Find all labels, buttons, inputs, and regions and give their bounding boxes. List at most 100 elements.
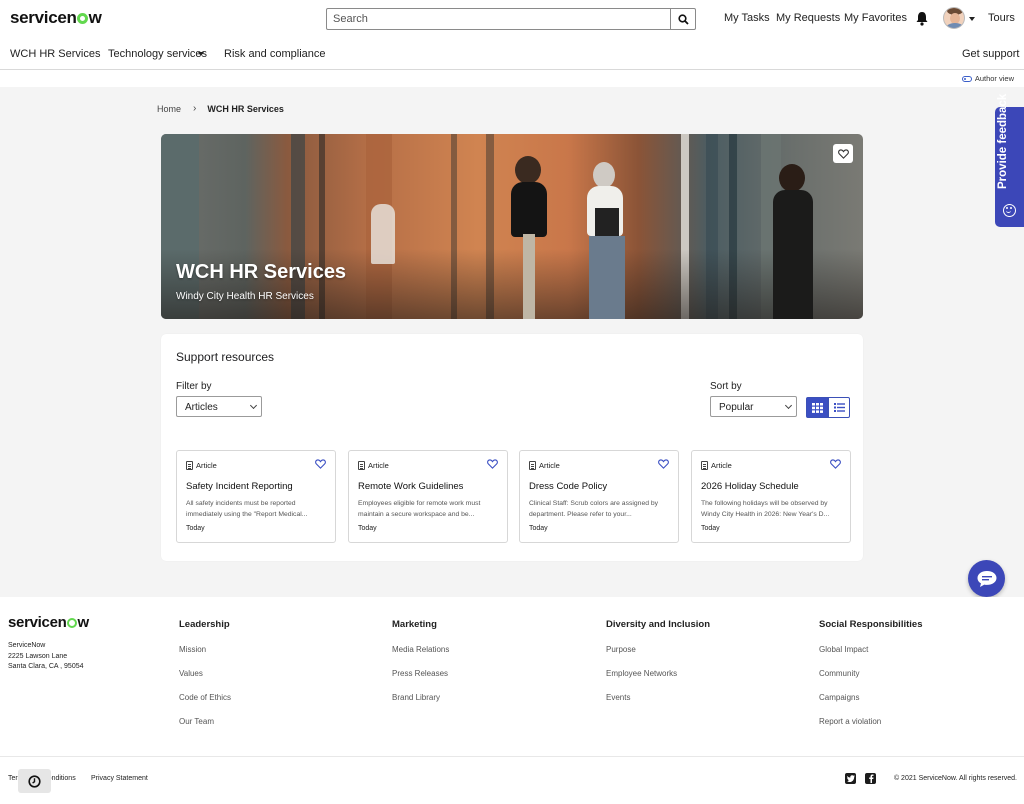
footer-link[interactable]: Purpose (606, 645, 710, 669)
tours-link[interactable]: Tours (988, 12, 1015, 24)
avatar[interactable] (943, 7, 965, 29)
breadcrumb-home[interactable]: Home (157, 104, 181, 114)
chevron-down-icon (784, 401, 793, 410)
footer-link[interactable]: Mission (179, 645, 231, 669)
my-tasks-link[interactable]: My Tasks (724, 12, 770, 24)
search-input[interactable] (327, 9, 671, 29)
privacy-link[interactable]: Privacy Statement (91, 775, 148, 782)
company-address: ServiceNow 2225 Lawson Lane Santa Clara,… (8, 641, 84, 673)
heart-icon[interactable] (315, 459, 326, 469)
footer: servicen w ServiceNow 2225 Lawson Lane Sa… (0, 597, 1024, 804)
hero-title: WCH HR Services (176, 261, 347, 283)
chevron-down-icon[interactable] (198, 52, 204, 56)
nav-item-technology-services[interactable]: Technology services (108, 48, 207, 60)
footer-column-social: Social Responsibilities Global Impact Co… (819, 619, 922, 741)
filter-select[interactable]: Articles (176, 396, 262, 417)
article-card[interactable]: Article Safety Incident Reporting All sa… (176, 450, 336, 543)
support-resources-title: Support resources (176, 350, 275, 364)
article-date: Today (186, 525, 205, 532)
footer-link[interactable]: Code of Ethics (179, 693, 231, 717)
footer-link[interactable]: Values (179, 669, 231, 693)
document-icon (529, 461, 536, 470)
article-type: Article (186, 461, 217, 470)
nav-item-risk-and-compliance[interactable]: Risk and compliance (224, 48, 326, 60)
my-favorites-link[interactable]: My Favorites (844, 12, 907, 24)
article-description: All safety incidents must be reported im… (186, 500, 308, 518)
footer-link[interactable]: Media Relations (392, 645, 449, 669)
article-title[interactable]: Safety Incident Reporting (186, 481, 293, 492)
footer-logo[interactable]: servicen w (8, 614, 89, 631)
logo-o-icon (66, 618, 77, 628)
address-line-2: Santa Clara, CA , 95054 (8, 663, 84, 670)
footer-link[interactable]: Brand Library (392, 693, 449, 717)
footer-heading: Leadership (179, 619, 230, 630)
logo-text-end: w (88, 8, 102, 27)
article-title[interactable]: Remote Work Guidelines (358, 481, 463, 492)
grid-view-icon (811, 402, 823, 413)
clock-icon (28, 774, 41, 788)
article-card[interactable]: Article Remote Work Guidelines Employees… (348, 450, 508, 543)
list-view-icon (833, 403, 845, 412)
footer-link[interactable]: Our Team (179, 717, 231, 741)
chevron-down-icon[interactable] (969, 17, 975, 21)
author-view-toggle[interactable]: Author view (961, 74, 1014, 83)
article-title[interactable]: Dress Code Policy (529, 481, 607, 492)
search-box (326, 8, 696, 30)
chat-icon (977, 570, 996, 587)
twitter-icon[interactable] (845, 773, 856, 784)
article-card[interactable]: Article 2026 Holiday Schedule The follow… (691, 450, 851, 543)
footer-link[interactable]: Community (819, 669, 922, 693)
list-view-button[interactable] (828, 397, 850, 418)
heart-icon[interactable] (830, 459, 841, 469)
footer-link[interactable]: Report a violation (819, 717, 922, 741)
footer-link[interactable]: Global Impact (819, 645, 922, 669)
my-requests-link[interactable]: My Requests (776, 12, 840, 24)
clock-button[interactable] (18, 769, 51, 793)
footer-link[interactable]: Campaigns (819, 693, 922, 717)
footer-link[interactable]: Events (606, 693, 710, 717)
article-title[interactable]: 2026 Holiday Schedule (701, 481, 799, 492)
footer-link[interactable]: Employee Networks (606, 669, 710, 693)
main-content: Home › WCH HR Services WCH HR Services W… (0, 87, 1024, 597)
article-description: The following holidays will be observed … (701, 500, 830, 518)
smile-icon (1003, 204, 1016, 217)
favorite-button[interactable] (833, 144, 853, 163)
servicenow-logo[interactable]: servicen w (10, 8, 102, 28)
top-header: servicen w My Tasks My Requests My Favori… (0, 0, 1024, 38)
sort-select[interactable]: Popular (710, 396, 797, 417)
logo-o-icon (77, 13, 89, 24)
footer-heading: Marketing (392, 619, 437, 630)
author-view-strip: Author view (0, 70, 1024, 87)
logo-text-end: w (77, 614, 89, 631)
sort-select-value: Popular (719, 402, 754, 413)
footer-divider (0, 756, 1024, 757)
nav-item-wch-hr-services[interactable]: WCH HR Services (10, 48, 100, 60)
search-button[interactable] (670, 9, 695, 29)
heart-icon (837, 148, 849, 159)
provide-feedback-tab[interactable]: Provide feedback (995, 94, 1024, 227)
chevron-right-icon: › (193, 103, 197, 114)
grid-view-button[interactable] (806, 397, 828, 418)
filter-select-value: Articles (185, 402, 218, 413)
chat-button[interactable] (968, 560, 1005, 597)
article-type: Article (358, 461, 389, 470)
heart-icon[interactable] (658, 459, 669, 469)
hero-banner: WCH HR Services Windy City Health HR Ser… (161, 134, 863, 319)
get-support-link[interactable]: Get support (962, 48, 1019, 60)
toggle-icon (961, 75, 972, 82)
article-date: Today (701, 525, 720, 532)
company-name: ServiceNow (8, 642, 46, 649)
heart-icon[interactable] (487, 459, 498, 469)
footer-heading: Social Responsibilities (819, 619, 923, 630)
document-icon (701, 461, 708, 470)
article-card[interactable]: Article Dress Code Policy Clinical Staff… (519, 450, 679, 543)
support-resources-card: Support resources Filter by Articles Sor… (161, 334, 863, 561)
footer-heading: Diversity and Inclusion (606, 619, 710, 630)
logo-text: servicen (8, 614, 67, 631)
bell-icon[interactable] (915, 11, 929, 26)
sort-label: Sort by (710, 381, 742, 392)
document-icon (186, 461, 193, 470)
filter-label: Filter by (176, 381, 212, 392)
facebook-icon[interactable] (865, 773, 876, 784)
footer-link[interactable]: Press Releases (392, 669, 449, 693)
